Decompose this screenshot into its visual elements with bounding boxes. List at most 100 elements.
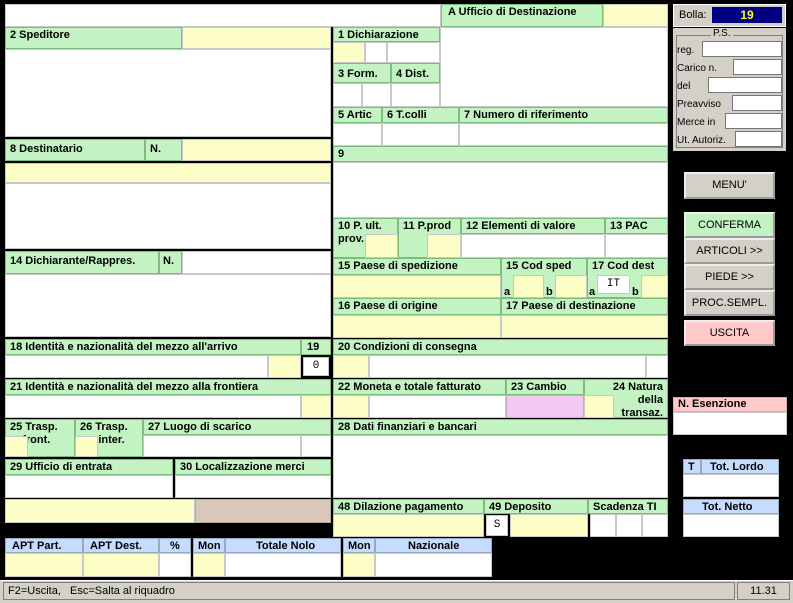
- dilazione-input[interactable]: [333, 514, 484, 537]
- box9-input[interactable]: [333, 162, 668, 218]
- apt-part-input[interactable]: [5, 553, 83, 577]
- ps-carico-input[interactable]: [733, 59, 782, 75]
- numrif-input[interactable]: [459, 123, 668, 146]
- trasp-inter-input[interactable]: [75, 436, 98, 457]
- esenzione-label: N. Esenzione: [673, 397, 787, 412]
- natura-input[interactable]: [584, 395, 614, 418]
- ps-ut-input[interactable]: [735, 131, 782, 147]
- tot-lordo-input[interactable]: [683, 474, 779, 497]
- form-input-2[interactable]: [362, 83, 391, 107]
- tot-lordo-label: Tot. Lordo: [701, 459, 779, 474]
- pac-input[interactable]: [605, 234, 668, 258]
- uscita-button[interactable]: USCITA: [684, 320, 775, 346]
- trasp-front-input[interactable]: [5, 436, 28, 457]
- dist-label: 4 Dist.: [391, 63, 440, 83]
- cod-sped-b-letter: b: [546, 286, 553, 298]
- box19-input[interactable]: 0: [303, 357, 329, 376]
- speditore-textarea[interactable]: [5, 49, 331, 137]
- natura-line3: transaz.: [621, 407, 663, 418]
- ps-reg-input[interactable]: [702, 41, 782, 57]
- luogo-input[interactable]: [143, 435, 301, 457]
- cod-dest-b-letter: b: [632, 286, 639, 298]
- dichiarazione-input-3[interactable]: [387, 42, 440, 63]
- pult-input[interactable]: [365, 234, 398, 258]
- ps-merce-input[interactable]: [725, 113, 782, 129]
- pprod-input[interactable]: [427, 234, 461, 258]
- perc-input[interactable]: [159, 553, 191, 577]
- mon1-input[interactable]: [193, 553, 225, 577]
- dati-fin-input[interactable]: [333, 435, 668, 498]
- identita-frontiera-input[interactable]: [5, 395, 301, 418]
- paese-dest-input[interactable]: [501, 315, 668, 338]
- scadenza-input-3[interactable]: [642, 514, 668, 537]
- scadenza-input-2[interactable]: [616, 514, 642, 537]
- condizioni-extra-input[interactable]: [646, 355, 668, 378]
- ps-carico-label: Carico n.: [677, 63, 718, 74]
- elementi-input[interactable]: [461, 234, 605, 258]
- form-input[interactable]: [333, 83, 362, 107]
- bolla-value: 19: [712, 7, 782, 23]
- apt-dest-label: APT Dest.: [83, 538, 159, 553]
- conferma-button[interactable]: CONFERMA: [684, 212, 775, 238]
- bottom-left-input[interactable]: [5, 499, 195, 523]
- destinatario-textarea[interactable]: [5, 183, 331, 249]
- apt-part-label: APT Part.: [5, 538, 83, 553]
- scadenza-input-1[interactable]: [590, 514, 616, 537]
- artic-label: 5 Artic: [333, 107, 382, 123]
- identita-arrivo-input[interactable]: [5, 355, 268, 378]
- cod-dest-b-input[interactable]: [641, 275, 668, 298]
- piede-button[interactable]: PIEDE >>: [684, 264, 775, 290]
- ufficio-destinazione-input[interactable]: [603, 4, 668, 27]
- mon2-input[interactable]: [343, 553, 375, 577]
- paese-orig-input[interactable]: [333, 315, 501, 338]
- speditore-code-input[interactable]: [182, 27, 331, 49]
- t-label: T: [683, 459, 701, 474]
- menu-button[interactable]: MENU': [684, 172, 775, 199]
- header-input[interactable]: [5, 4, 441, 27]
- deposito-code-input[interactable]: S: [486, 515, 508, 536]
- apt-dest-input[interactable]: [83, 553, 159, 577]
- cod-sped-b-input[interactable]: [555, 275, 587, 298]
- dichiarante-textarea[interactable]: [5, 274, 331, 337]
- nazionale-input[interactable]: [375, 553, 492, 577]
- localizzazione-label: 30 Localizzazione merci: [175, 459, 331, 475]
- ufficio-destinazione-label: A Ufficio di Destinazione: [441, 4, 603, 27]
- dilazione-label: 48 Dilazione pagamento: [333, 499, 484, 514]
- dichiarante-code-input[interactable]: [182, 251, 331, 274]
- totale-nolo-input[interactable]: [225, 553, 341, 577]
- cambio-input[interactable]: [506, 395, 584, 418]
- deposito-input[interactable]: [510, 514, 588, 537]
- ps-preavviso-input[interactable]: [732, 95, 782, 111]
- tot-netto-input[interactable]: [683, 514, 779, 537]
- articoli-button[interactable]: ARTICOLI >>: [684, 238, 775, 264]
- localizzazione-input[interactable]: [175, 475, 331, 498]
- ps-del-input[interactable]: [708, 77, 782, 93]
- cambio-label: 23 Cambio: [506, 379, 584, 395]
- condizioni-input[interactable]: [369, 355, 646, 378]
- destinatario-code-input[interactable]: [182, 139, 331, 161]
- dichiarazione-label: 1 Dichiarazione: [333, 27, 440, 42]
- esenzione-input[interactable]: [673, 412, 787, 435]
- moneta-code-input[interactable]: [333, 395, 369, 418]
- identita-frontiera-naz-input[interactable]: [301, 395, 331, 418]
- dichiarazione-input-1[interactable]: [333, 42, 365, 63]
- tcolli-input[interactable]: [382, 123, 459, 146]
- cod-sped-a-input[interactable]: [513, 275, 544, 298]
- proc-sempl-button[interactable]: PROC.SEMPL.: [684, 290, 775, 316]
- dist-input[interactable]: [391, 83, 440, 107]
- cod-dest-a-input[interactable]: IT: [597, 275, 630, 294]
- dichiarazione-input-2[interactable]: [365, 42, 387, 63]
- luogo-input-2[interactable]: [301, 435, 331, 457]
- condizioni-code-input[interactable]: [333, 355, 369, 378]
- paese-sped-input[interactable]: [333, 275, 501, 298]
- form-label: 3 Form.: [333, 63, 391, 83]
- trasp-front-line1: 25 Trasp.: [10, 421, 58, 433]
- destinatario-name-input[interactable]: [5, 163, 331, 183]
- ufficio-entrata-input[interactable]: [5, 475, 173, 498]
- moneta-totale-input[interactable]: [369, 395, 506, 418]
- dichiarante-label: 14 Dichiarante/Rappres.: [5, 251, 159, 274]
- ufficio-destinazione-area[interactable]: [440, 27, 668, 107]
- identita-arrivo-naz-input[interactable]: [268, 355, 301, 378]
- artic-input[interactable]: [333, 123, 382, 146]
- condizioni-label: 20 Condizioni di consegna: [333, 339, 668, 355]
